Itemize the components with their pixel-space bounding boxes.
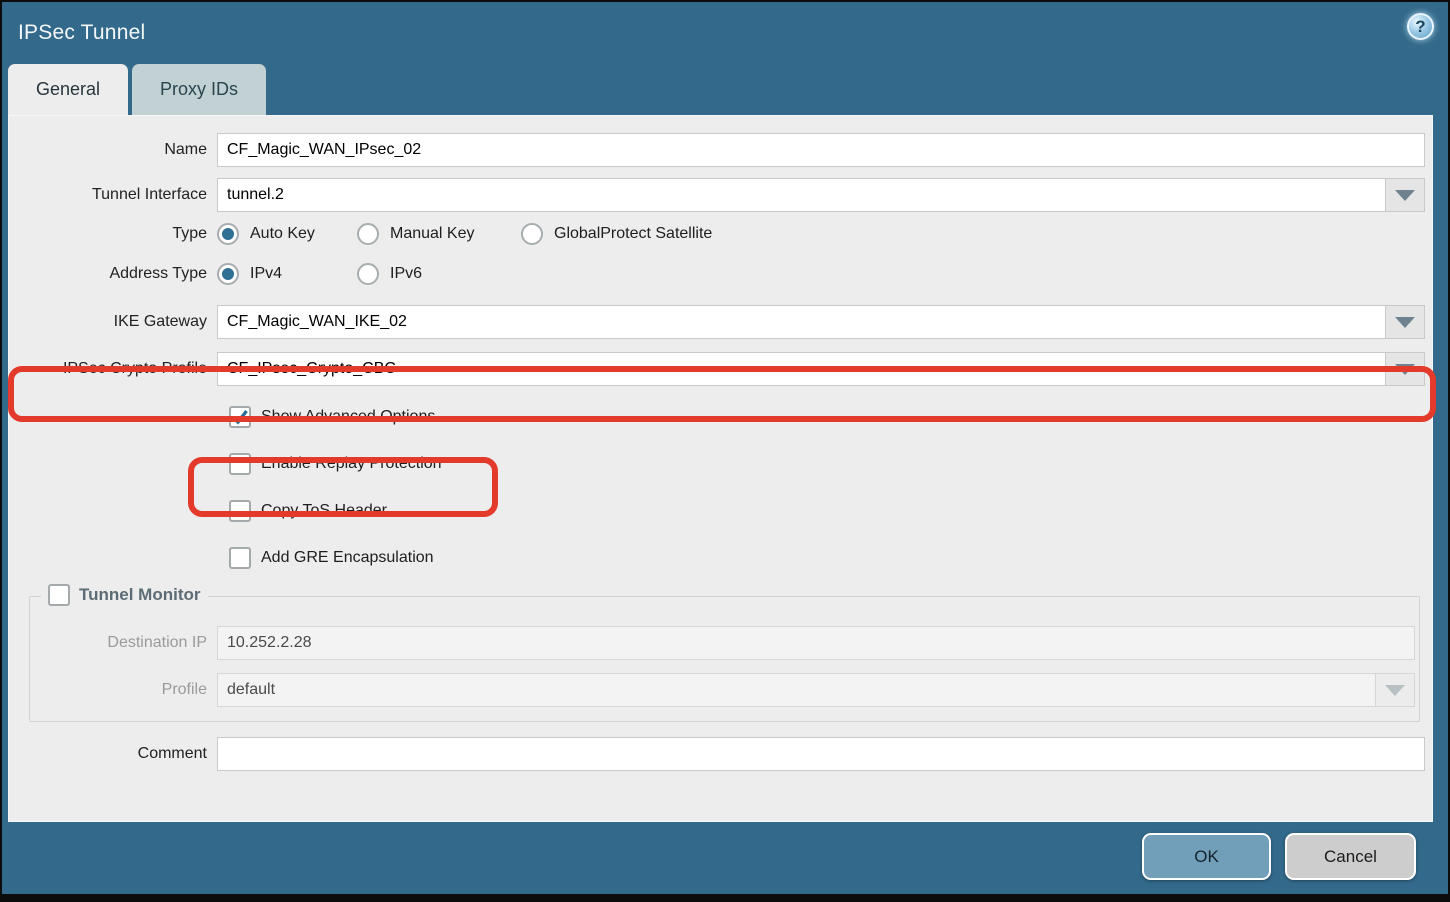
checkbox-label: Copy ToS Header	[261, 502, 387, 520]
type-option-globalprotect-satellite[interactable]: GlobalProtect Satellite	[521, 223, 712, 245]
radio-label: Manual Key	[390, 225, 475, 243]
address-type-row: Address Type IPv4 IPv6	[13, 263, 1432, 285]
radio-label: IPv6	[390, 265, 422, 283]
tab-general[interactable]: General	[8, 64, 128, 115]
general-tab-panel: Name Tunnel Interface Type Auto Key Manu…	[8, 115, 1433, 822]
destination-ip-row: Destination IP	[30, 626, 1419, 660]
checkbox-label: Enable Replay Protection	[261, 455, 442, 473]
name-input[interactable]	[217, 133, 1425, 167]
radio-selected-icon	[217, 223, 239, 245]
dialog-title: IPSec Tunnel	[18, 21, 145, 45]
tunnel-interface-dropdown-button[interactable]	[1385, 178, 1425, 212]
help-icon[interactable]: ?	[1407, 13, 1434, 40]
checkbox-icon[interactable]	[229, 453, 251, 475]
destination-ip-input	[217, 626, 1415, 660]
name-label: Name	[9, 141, 217, 159]
checkbox-label: Add GRE Encapsulation	[261, 549, 434, 567]
radio-label: IPv4	[250, 265, 282, 283]
radio-icon	[357, 263, 379, 285]
checkbox-icon[interactable]	[229, 547, 251, 569]
tunnel-interface-input[interactable]	[217, 178, 1385, 212]
tunnel-monitor-legend: Tunnel Monitor	[41, 584, 208, 606]
name-row: Name	[9, 133, 1432, 167]
chevron-down-icon	[1395, 190, 1415, 201]
ike-gateway-dropdown-button[interactable]	[1385, 305, 1425, 339]
checkbox-icon[interactable]	[229, 500, 251, 522]
ipsec-tunnel-dialog: IPSec Tunnel ? General Proxy IDs Name Tu…	[0, 0, 1450, 902]
ipsec-crypto-profile-input[interactable]	[217, 352, 1385, 386]
radio-selected-icon	[217, 263, 239, 285]
cancel-button[interactable]: Cancel	[1285, 833, 1416, 880]
radio-label: GlobalProtect Satellite	[554, 225, 712, 243]
ike-gateway-input[interactable]	[217, 305, 1385, 339]
ipsec-crypto-profile-dropdown-button[interactable]	[1385, 352, 1425, 386]
ike-gateway-label: IKE Gateway	[9, 313, 217, 331]
profile-dropdown-button	[1375, 673, 1415, 707]
tunnel-interface-label: Tunnel Interface	[9, 186, 217, 204]
tab-bar: General Proxy IDs	[2, 64, 1448, 115]
checkbox-checked-icon[interactable]	[229, 406, 251, 428]
type-option-auto-key[interactable]: Auto Key	[217, 223, 357, 245]
ipsec-crypto-profile-label: IPSec Crypto Profile	[9, 360, 217, 378]
comment-row: Comment	[9, 737, 1432, 771]
copy-tos-header-checkbox-row[interactable]: Copy ToS Header	[229, 500, 1432, 522]
profile-input	[217, 673, 1375, 707]
add-gre-encapsulation-checkbox-row[interactable]: Add GRE Encapsulation	[229, 547, 1432, 569]
address-type-option-ipv6[interactable]: IPv6	[357, 263, 422, 285]
ok-button[interactable]: OK	[1142, 833, 1271, 880]
type-row: Type Auto Key Manual Key GlobalProtect S…	[13, 223, 1432, 245]
tab-proxy-ids[interactable]: Proxy IDs	[132, 64, 266, 115]
chevron-down-icon	[1395, 364, 1415, 375]
ike-gateway-row: IKE Gateway	[9, 305, 1432, 339]
show-advanced-options-checkbox-row[interactable]: Show Advanced Options	[229, 406, 1432, 428]
comment-label: Comment	[9, 745, 217, 763]
tunnel-monitor-fieldset: Tunnel Monitor Destination IP Profile	[29, 596, 1420, 722]
dialog-footer: OK Cancel	[2, 822, 1448, 894]
enable-replay-protection-checkbox-row[interactable]: Enable Replay Protection	[229, 453, 1432, 475]
radio-icon	[521, 223, 543, 245]
type-label: Type	[9, 225, 217, 243]
tunnel-monitor-label: Tunnel Monitor	[79, 585, 201, 605]
chevron-down-icon	[1385, 685, 1405, 696]
comment-input[interactable]	[217, 737, 1425, 771]
tunnel-monitor-checkbox[interactable]	[48, 584, 70, 606]
destination-ip-label: Destination IP	[30, 634, 217, 652]
tunnel-interface-row: Tunnel Interface	[9, 178, 1432, 212]
type-option-manual-key[interactable]: Manual Key	[357, 223, 521, 245]
radio-label: Auto Key	[250, 225, 315, 243]
address-type-label: Address Type	[9, 265, 217, 283]
checkbox-label: Show Advanced Options	[261, 408, 435, 426]
chevron-down-icon	[1395, 317, 1415, 328]
radio-icon	[357, 223, 379, 245]
title-bar: IPSec Tunnel	[2, 2, 1448, 64]
ipsec-crypto-profile-row: IPSec Crypto Profile	[9, 352, 1432, 386]
address-type-option-ipv4[interactable]: IPv4	[217, 263, 357, 285]
profile-label: Profile	[30, 681, 217, 699]
profile-row: Profile	[30, 673, 1419, 707]
